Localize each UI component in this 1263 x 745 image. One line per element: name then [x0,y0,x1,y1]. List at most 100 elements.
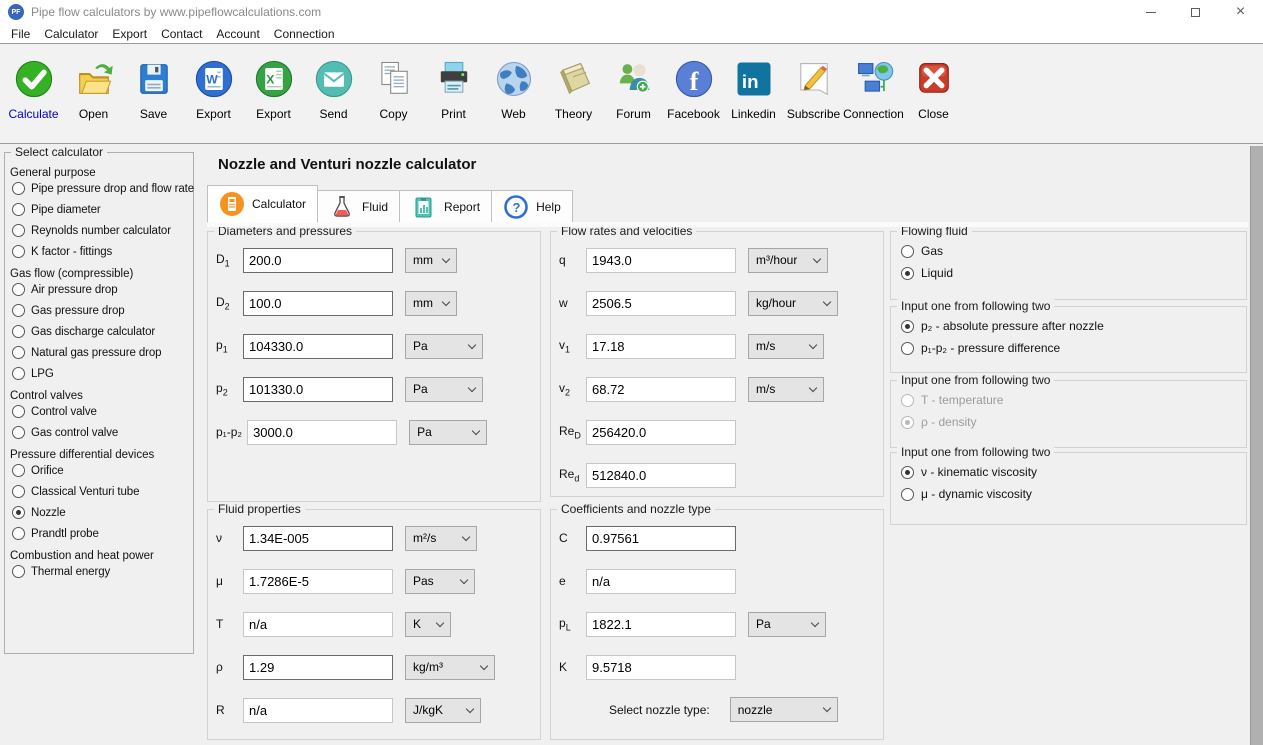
radio-icon [901,320,914,333]
toolbar-button-label: Theory [555,107,592,121]
unit-select[interactable]: m/s [748,377,824,402]
calculator-category: Control valves [10,390,191,402]
option-label: Control valve [31,406,97,418]
toolbar-button-linkedin[interactable]: inLinkedin [725,57,782,121]
calculator-option-classical-venturi-tube[interactable]: Classical Venturi tube [12,485,191,498]
unit-value: kg/m³ [413,660,443,674]
minimize-button[interactable] [1128,0,1173,24]
unit-select[interactable]: mm [405,291,457,316]
toolbar-button-label: Connection [843,107,904,121]
unit-select[interactable]: m³/hour [748,248,828,273]
calculator-option-gas-pressure-drop[interactable]: Gas pressure drop [12,304,191,317]
unit-select[interactable]: m/s [748,334,824,359]
close-x-icon [912,57,956,101]
calculator-option-gas-control-valve[interactable]: Gas control valve [12,426,191,439]
calculator-category: Combustion and heat power [10,550,191,562]
nozzle-type-select[interactable]: nozzle [730,697,838,722]
field-input-p1[interactable] [243,334,393,359]
toolbar-button-calculate[interactable]: Calculate [5,57,62,121]
help-circle-icon: ? [503,194,529,220]
unit-select[interactable]: K [405,612,451,637]
calculator-option-thermal-energy[interactable]: Thermal energy [12,565,191,578]
toolbar-button-label: Save [140,107,167,121]
calculator-option-k-factor-fittings[interactable]: K factor - fittings [12,245,191,258]
close-window-button[interactable]: × [1218,0,1263,24]
toolbar-button-open[interactable]: Open [65,57,122,121]
menu-contact[interactable]: Contact [155,27,210,41]
toolbar-button-web[interactable]: Web [485,57,542,121]
folder-open-icon [72,57,116,101]
menu-calculator[interactable]: Calculator [38,27,106,41]
option-label: μ - dynamic viscosity [921,487,1032,501]
radio-option-kinematic-viscosity[interactable]: ν - kinematic viscosity [901,465,1246,479]
field-input-item[interactable] [243,526,393,551]
field-row-w: wkg/hour [559,290,883,316]
tab-report[interactable]: Report [400,190,492,223]
field-input-item[interactable] [243,655,393,680]
field-label: p₁-p₂ [216,425,242,439]
calculator-option-prandtl-probe[interactable]: Prandtl probe [12,527,191,540]
field-input-red [586,420,736,445]
radio-option-gas[interactable]: Gas [901,244,1246,258]
radio-option-dynamic-viscosity[interactable]: μ - dynamic viscosity [901,487,1246,501]
unit-select[interactable]: Pa [405,377,483,402]
calculator-option-reynolds-number-calculator[interactable]: Reynolds number calculator [12,224,191,237]
toolbar-button-subscribe[interactable]: Subscribe [785,57,842,121]
toolbar-button-export[interactable]: WExport [185,57,242,121]
unit-select[interactable]: mm [405,248,457,273]
calculator-option-pipe-pressure-drop-and-flow-rate[interactable]: Pipe pressure drop and flow rate [12,182,191,195]
radio-icon [12,283,25,296]
field-input-d1[interactable] [243,248,393,273]
radio-icon [12,203,25,216]
toolbar-button-print[interactable]: Print [425,57,482,121]
menu-export[interactable]: Export [106,27,155,41]
calculator-category: General purpose [10,167,191,179]
unit-select[interactable]: Pa [748,612,826,637]
vertical-scrollbar[interactable] [1250,146,1263,745]
calculator-option-lpg[interactable]: LPG [12,367,191,380]
field-input-p2[interactable] [243,377,393,402]
unit-select[interactable]: J/kgK [405,698,481,723]
toolbar-button-facebook[interactable]: fFacebook [665,57,722,121]
nozzle-type-value: nozzle [738,703,773,717]
field-row-item: ρkg/m³ [216,654,540,680]
toolbar-button-copy[interactable]: Copy [365,57,422,121]
chevron-down-icon [442,297,450,305]
toolbar-button-save[interactable]: Save [125,57,182,121]
calculator-option-control-valve[interactable]: Control valve [12,405,191,418]
unit-value: mm [413,253,433,267]
menu-account[interactable]: Account [210,27,267,41]
radio-option-liquid[interactable]: Liquid [901,266,1246,280]
radio-icon [901,245,914,258]
tab-help[interactable]: ?Help [492,190,573,223]
calculator-option-nozzle[interactable]: Nozzle [12,506,191,519]
field-input-c[interactable] [586,526,736,551]
calculator-option-pipe-diameter[interactable]: Pipe diameter [12,203,191,216]
unit-select[interactable]: kg/m³ [405,655,495,680]
unit-select[interactable]: kg/hour [748,291,838,316]
toolbar-button-export[interactable]: XExport [245,57,302,121]
calculator-option-air-pressure-drop[interactable]: Air pressure drop [12,283,191,296]
unit-select[interactable]: Pa [405,334,483,359]
toolbar-button-send[interactable]: Send [305,57,362,121]
unit-select[interactable]: m²/s [405,526,477,551]
calculator-option-natural-gas-pressure-drop[interactable]: Natural gas pressure drop [12,346,191,359]
toolbar-button-connection[interactable]: Connection [845,57,902,121]
unit-select[interactable]: Pas [405,569,475,594]
menu-connection[interactable]: Connection [268,27,343,41]
chevron-down-icon [811,618,819,626]
calculator-option-orifice[interactable]: Orifice [12,464,191,477]
toolbar-button-theory[interactable]: Theory [545,57,602,121]
calculator-option-gas-discharge-calculator[interactable]: Gas discharge calculator [12,325,191,338]
unit-select[interactable]: Pa [409,420,487,445]
toolbar-button-close[interactable]: Close [905,57,962,121]
tab-fluid[interactable]: Fluid [318,190,400,223]
tab-calculator[interactable]: Calculator [207,185,318,223]
field-input-d2[interactable] [243,291,393,316]
menu-file[interactable]: File [5,27,38,41]
field-input-r [243,698,393,723]
maximize-button[interactable] [1173,0,1218,24]
radio-option-p-p-pressure-difference[interactable]: p₁-p₂ - pressure difference [901,341,1246,355]
radio-option-p-absolute-pressure-after-nozzle[interactable]: p₂ - absolute pressure after nozzle [901,319,1246,333]
toolbar-button-forum[interactable]: Forum [605,57,662,121]
